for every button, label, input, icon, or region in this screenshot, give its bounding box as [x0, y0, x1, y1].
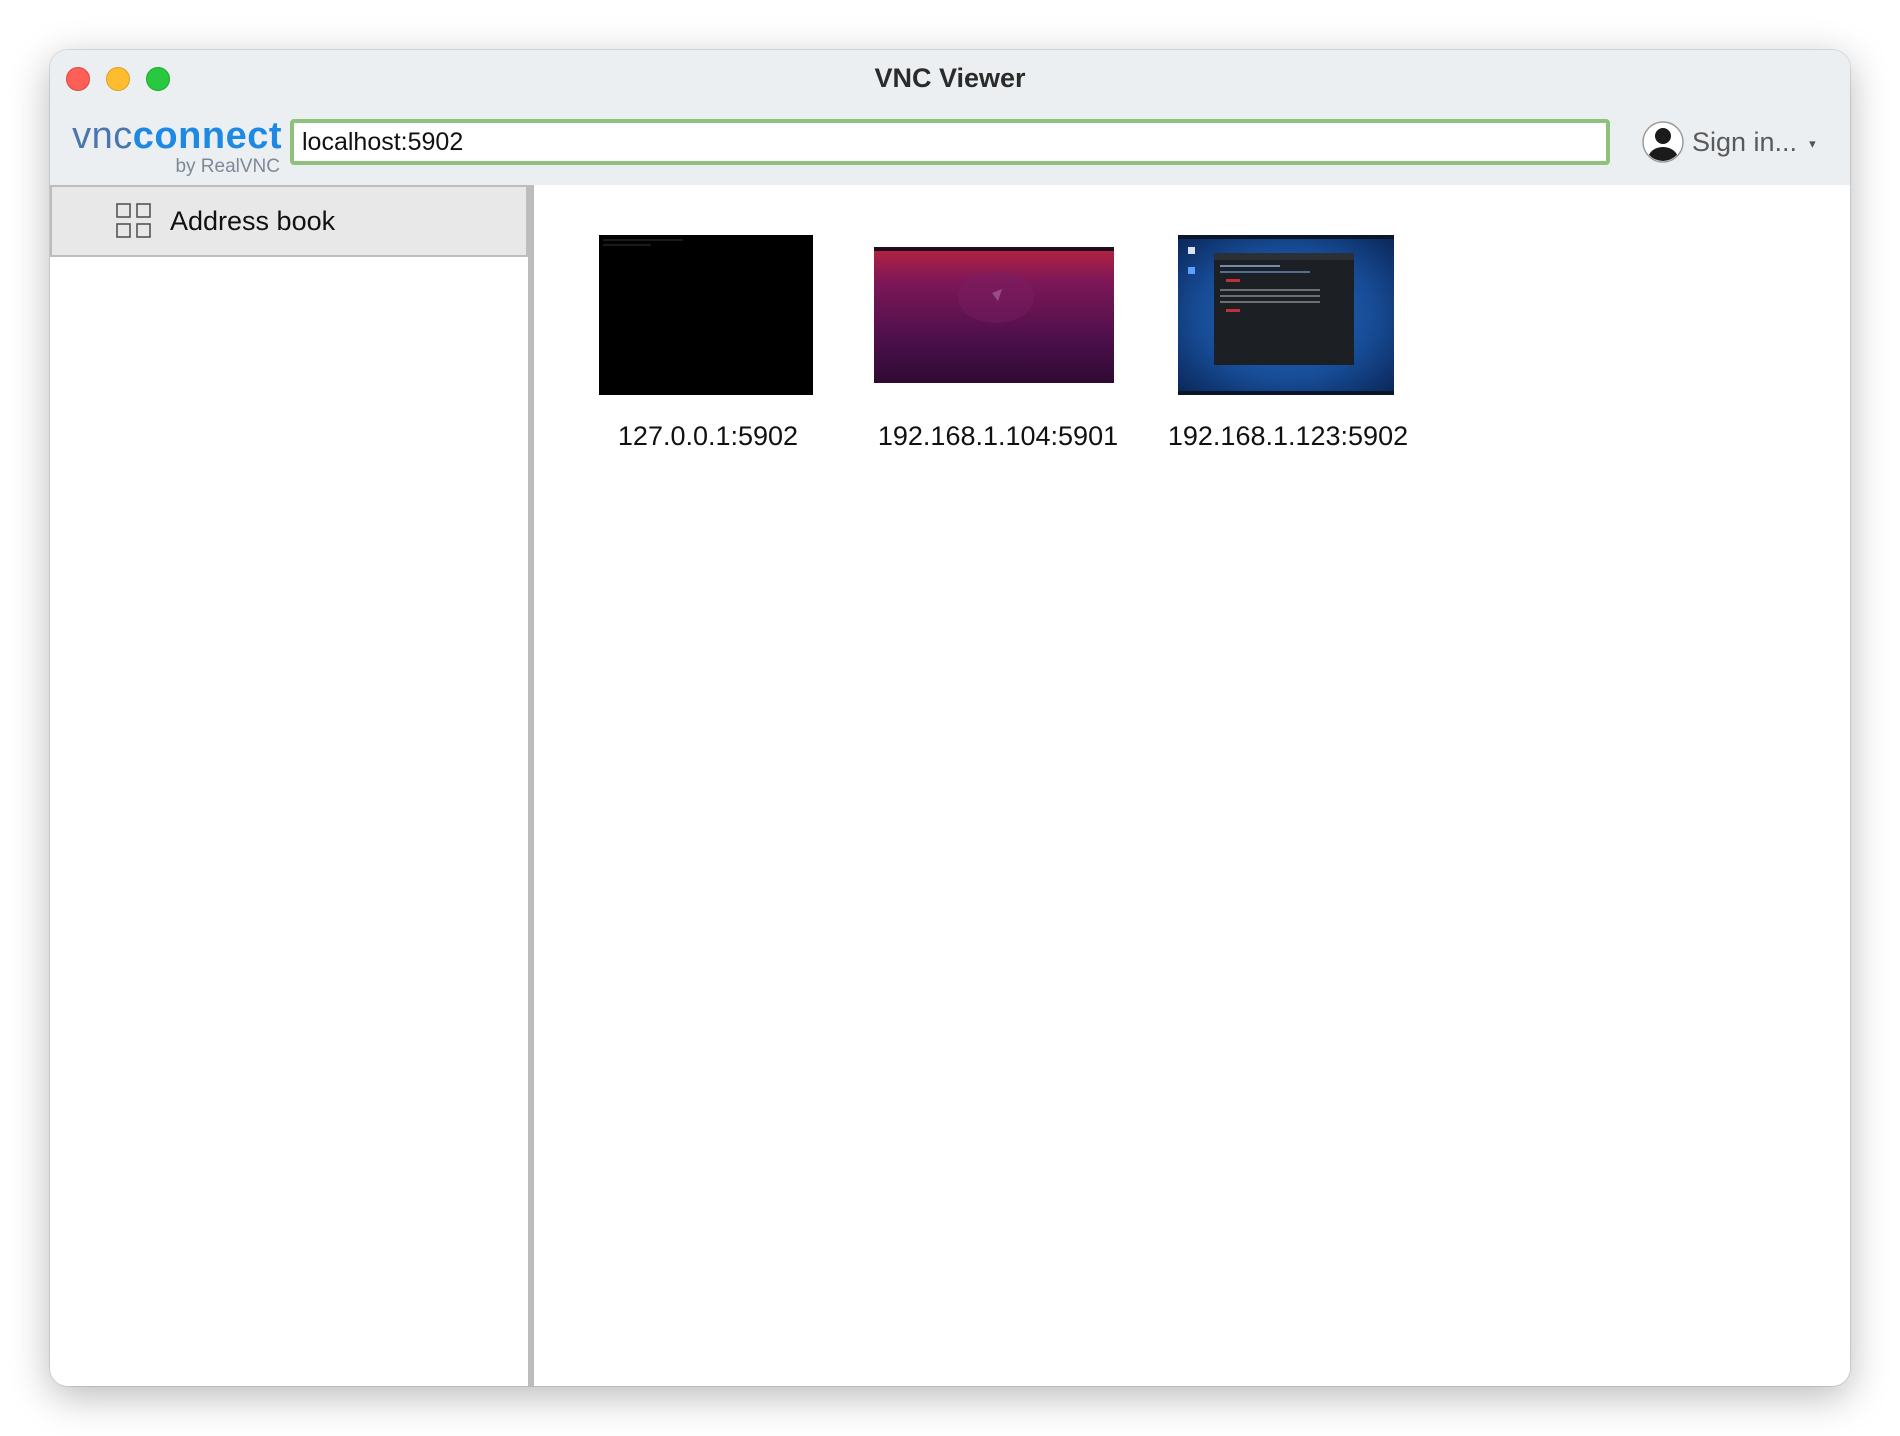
logo-wordmark: vncconnect [72, 116, 282, 156]
logo-vnc-text: vnc [72, 115, 133, 157]
connection-label: 192.168.1.123:5902 [1167, 421, 1409, 451]
connection-thumbnail [599, 235, 813, 395]
sign-in-button[interactable]: Sign in... ▾ [1642, 118, 1816, 166]
connection-tile[interactable]: 192.168.1.123:5902 [1158, 235, 1418, 455]
address-input[interactable] [290, 119, 1610, 165]
logo-connect-text: connect [132, 115, 282, 157]
window-title: VNC Viewer [874, 63, 1026, 93]
connection-label: 192.168.1.104:5901 [877, 421, 1119, 451]
connection-thumbnail [1178, 235, 1394, 395]
sidebar-item-address-book[interactable]: Address book [50, 185, 528, 257]
connection-thumbnail [874, 247, 1114, 383]
chevron-down-icon: ▾ [1809, 136, 1816, 151]
connection-tile[interactable]: 192.168.1.104:5901 [868, 235, 1128, 455]
sidebar-item-label: Address book [170, 205, 336, 236]
logo-byline: by RealVNC [175, 156, 280, 177]
connection-label: 127.0.0.1:5902 [617, 421, 799, 451]
sign-in-label: Sign in... [1692, 126, 1798, 157]
user-avatar-icon [1642, 121, 1684, 163]
sidebar: Address book [50, 185, 528, 1386]
connections-grid: 127.0.0.1:5902 192.168.1.104:5901 192.16… [534, 185, 1850, 1386]
grid-icon [116, 203, 151, 238]
vnc-connect-logo: vncconnect by RealVNC [62, 116, 282, 177]
connection-tile[interactable]: 127.0.0.1:5902 [578, 235, 838, 455]
vnc-viewer-window: VNC Viewer vncconnect by RealVNC Sign in… [50, 50, 1850, 1386]
title-bar[interactable]: VNC Viewer [50, 50, 1850, 106]
